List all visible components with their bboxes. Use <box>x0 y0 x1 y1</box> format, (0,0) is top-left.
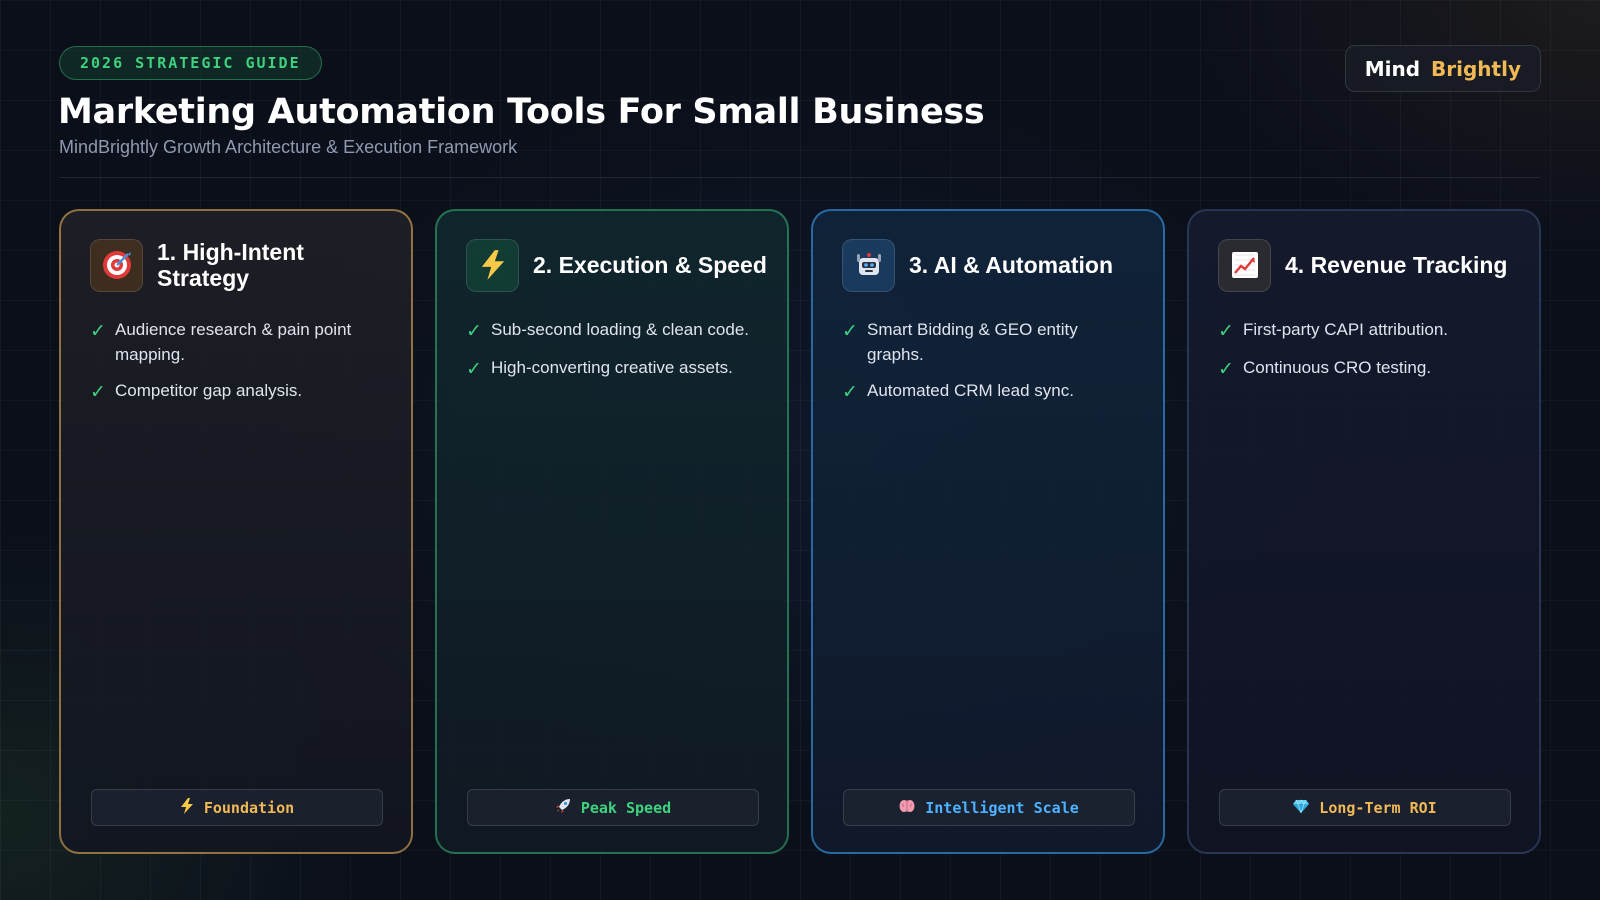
card-title: 1. High-Intent Strategy <box>157 239 304 291</box>
guide-badge: 2026 STRATEGIC GUIDE <box>59 46 322 80</box>
card-bullet-list: ✓ Smart Bidding & GEO entity graphs. ✓ Aut… <box>842 317 1139 416</box>
card-title: 4. Revenue Tracking <box>1285 252 1508 278</box>
tag-label: Peak Speed <box>580 798 672 817</box>
card-title: 2. Execution & Speed <box>533 252 767 278</box>
bullet-text: First-party CAPI attribution. <box>1243 320 1449 339</box>
list-item: ✓ Smart Bidding & GEO entity graphs. <box>842 317 1139 367</box>
chart-up-icon <box>1218 238 1271 292</box>
tag-label: Intelligent Scale <box>925 798 1079 817</box>
card-ai-automation: 3. AI & Automation ✓ Smart Bidding & GEO … <box>811 209 1165 854</box>
lightning-icon <box>466 238 519 292</box>
check-icon: ✓ <box>1218 321 1234 342</box>
robot-icon <box>842 238 895 292</box>
tag-label: Long-Term ROI <box>1319 798 1437 817</box>
list-item: ✓ Continuous CRO testing. <box>1218 355 1515 382</box>
target-icon <box>90 238 143 292</box>
bullet-text: Automated CRM lead sync. <box>867 381 1074 400</box>
list-item: ✓ First-party CAPI attribution. <box>1218 317 1515 344</box>
card-revenue-tracking: 4. Revenue Tracking ✓ First-party CAPI at… <box>1187 209 1541 854</box>
slide: 2026 STRATEGIC GUIDE Marketing Automatio… <box>0 0 1600 900</box>
header-divider <box>59 177 1540 178</box>
tag-label: Foundation <box>203 798 295 817</box>
card-tag-peak-speed: Peak Speed <box>467 789 759 826</box>
check-icon: ✓ <box>466 321 482 342</box>
bullet-text: Competitor gap analysis. <box>115 381 303 400</box>
brain-icon <box>899 799 915 817</box>
bullet-text: Sub-second loading & clean code. <box>491 320 750 339</box>
card-header: 2. Execution & Speed <box>466 238 767 292</box>
rocket-icon <box>555 798 571 818</box>
brand-logo-brightly: Brightly <box>1431 56 1521 81</box>
list-item: ✓ High-converting creative assets. <box>466 355 763 382</box>
list-item: ✓ Automated CRM lead sync. <box>842 378 1139 405</box>
card-header: 1. High-Intent Strategy <box>90 238 391 292</box>
card-title: 3. AI & Automation <box>909 252 1114 278</box>
check-icon: ✓ <box>90 321 106 342</box>
bullet-text: Continuous CRO testing. <box>1243 358 1432 377</box>
card-header: 3. AI & Automation <box>842 238 1143 292</box>
card-bullet-list: ✓ Sub-second loading & clean code. ✓ High-… <box>466 317 763 393</box>
card-bullet-list: ✓ Audience research & pain point mapping.… <box>90 317 387 416</box>
card-bullet-list: ✓ First-party CAPI attribution. ✓ Continuo… <box>1218 317 1515 393</box>
bullet-text: Audience research & pain point mapping. <box>115 320 352 364</box>
card-tag-long-term-roi: Long-Term ROI <box>1219 789 1511 826</box>
check-icon: ✓ <box>466 359 482 380</box>
page-subtitle: MindBrightly Growth Architecture & Execu… <box>59 137 518 157</box>
lightning-icon <box>180 797 194 818</box>
card-tag-intelligent-scale: Intelligent Scale <box>843 789 1135 826</box>
check-icon: ✓ <box>1218 359 1234 380</box>
brand-logo-mind: Mind <box>1364 56 1421 81</box>
card-execution-speed: 2. Execution & Speed ✓ Sub-second loading… <box>435 209 789 854</box>
bullet-text: Smart Bidding & GEO entity graphs. <box>867 320 1078 364</box>
list-item: ✓ Audience research & pain point mapping. <box>90 317 387 367</box>
page-title: Marketing Automation Tools For Small Bus… <box>58 92 985 132</box>
card-header: 4. Revenue Tracking <box>1218 238 1519 292</box>
check-icon: ✓ <box>842 321 858 342</box>
check-icon: ✓ <box>842 382 858 403</box>
list-item: ✓ Competitor gap analysis. <box>90 378 387 405</box>
card-high-intent-strategy: 1. High-Intent Strategy ✓ Audience resear… <box>59 209 413 854</box>
check-icon: ✓ <box>90 382 106 403</box>
bullet-text: High-converting creative assets. <box>491 358 733 377</box>
card-tag-foundation: Foundation <box>91 789 383 826</box>
list-item: ✓ Sub-second loading & clean code. <box>466 317 763 344</box>
diamond-icon <box>1293 799 1310 817</box>
brand-logo: Mind Brightly <box>1344 45 1541 92</box>
